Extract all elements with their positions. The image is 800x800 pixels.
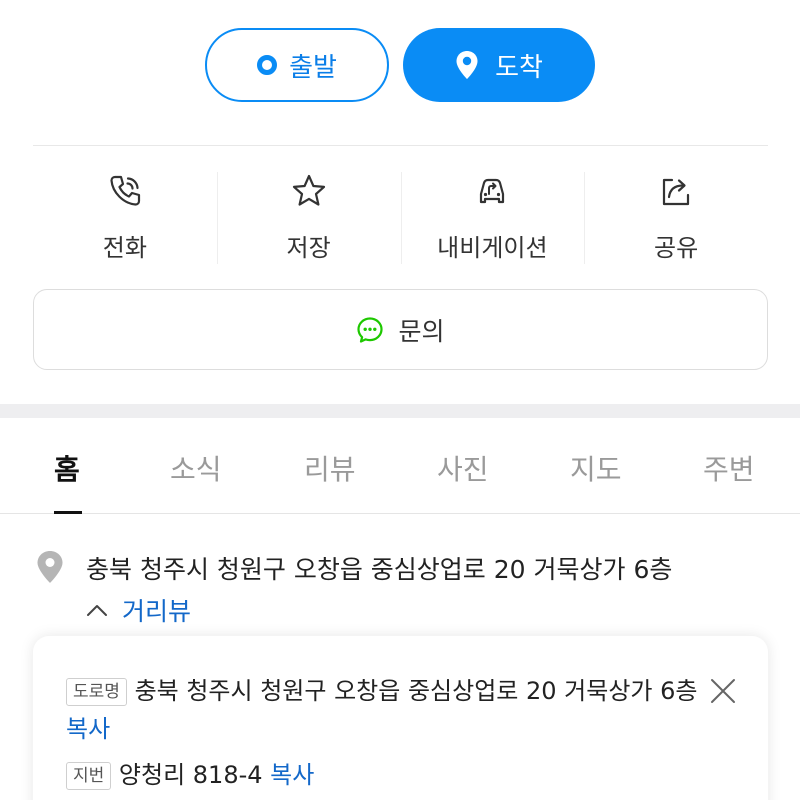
- arrive-button[interactable]: 도착: [403, 28, 595, 102]
- tab-map[interactable]: 지도: [570, 448, 622, 488]
- tab-news[interactable]: 소식: [170, 448, 222, 488]
- road-address-badge: 도로명: [66, 678, 127, 706]
- share-label: 공유: [654, 234, 699, 262]
- phone-icon: [110, 175, 140, 206]
- close-icon[interactable]: [708, 676, 738, 706]
- chat-bubble-icon: [357, 316, 384, 343]
- save-label: 저장: [286, 234, 331, 262]
- navigation-label: 내비게이션: [437, 234, 548, 262]
- copy-lot-address-link[interactable]: 복사: [270, 761, 314, 789]
- copy-road-address-link[interactable]: 복사: [66, 715, 110, 743]
- share-button[interactable]: 공유: [584, 170, 768, 266]
- navigation-button[interactable]: 내비게이션: [400, 170, 585, 266]
- location-pin-icon: [456, 51, 478, 79]
- star-icon: [292, 174, 325, 206]
- depart-label: 출발: [289, 52, 337, 83]
- street-view-toggle[interactable]: 거리뷰: [86, 592, 191, 628]
- divider: [33, 145, 768, 146]
- arrive-label: 도착: [495, 52, 543, 83]
- street-view-label: 거리뷰: [122, 597, 192, 626]
- navigation-car-icon: [480, 178, 505, 204]
- action-bar: 전화 저장 내비게이션 공유: [33, 170, 768, 266]
- location-pin-icon: [37, 551, 63, 583]
- inquiry-label: 문의: [398, 316, 445, 346]
- address-detail-card: 도로명 충북 청주시 청원구 오창읍 중심상업로 20 거묵상가 6층 복사 지…: [33, 636, 768, 800]
- lot-address-row: 지번 양청리 818-4 복사: [66, 756, 314, 794]
- chevron-up-icon: [87, 605, 107, 616]
- route-buttons: 출발 도착: [0, 28, 800, 102]
- inquiry-button[interactable]: 문의: [33, 289, 768, 370]
- call-button[interactable]: 전화: [33, 170, 217, 266]
- tab-home[interactable]: 홈: [54, 448, 80, 488]
- tab-nearby[interactable]: 주변: [703, 448, 755, 488]
- tab-photos[interactable]: 사진: [437, 448, 489, 488]
- section-separator: [0, 404, 800, 418]
- depart-dot-icon: [257, 55, 278, 75]
- share-icon: [663, 178, 690, 206]
- call-label: 전화: [102, 234, 147, 262]
- tab-reviews[interactable]: 리뷰: [304, 448, 356, 488]
- depart-button[interactable]: 출발: [205, 28, 389, 102]
- lot-address-badge: 지번: [66, 762, 112, 790]
- lot-address-text: 양청리 818-4: [118, 761, 263, 789]
- save-button[interactable]: 저장: [216, 170, 401, 266]
- tab-bar: 홈 소식 리뷰 사진 지도 주변: [0, 418, 800, 514]
- active-tab-indicator: [54, 511, 82, 514]
- road-address-row: 도로명 충북 청주시 청원구 오창읍 중심상업로 20 거묵상가 6층 복사: [66, 672, 706, 748]
- address-text: 충북 청주시 청원구 오창읍 중심상업로 20 거묵상가 6층: [86, 555, 673, 584]
- road-address-text: 충북 청주시 청원구 오창읍 중심상업로 20 거묵상가 6층: [134, 677, 698, 705]
